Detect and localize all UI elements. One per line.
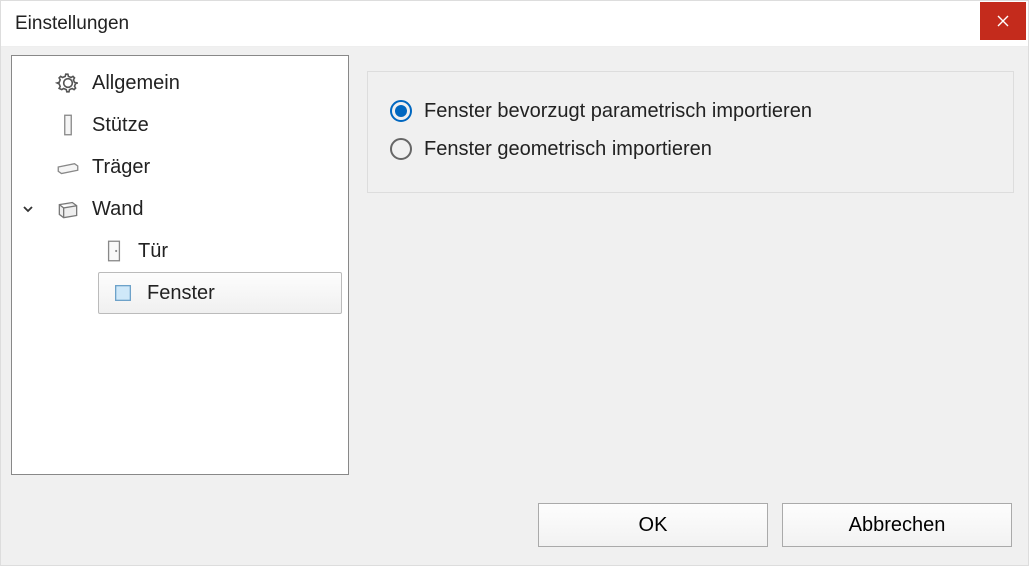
column-icon bbox=[52, 109, 84, 141]
button-bar: OK Abbrechen bbox=[1, 489, 1028, 565]
tree-item-tuer[interactable]: Tür bbox=[12, 230, 348, 272]
tree-label-allgemein: Allgemein bbox=[92, 72, 180, 95]
tree-label-wand: Wand bbox=[92, 198, 144, 221]
options-panel: Fenster bevorzugt parametrisch importier… bbox=[367, 55, 1028, 489]
close-icon bbox=[997, 15, 1009, 27]
wall-icon bbox=[52, 193, 84, 225]
radio-label-geometric: Fenster geometrisch importieren bbox=[424, 138, 712, 161]
expander-wand[interactable] bbox=[16, 202, 40, 216]
tree-label-tuer: Tür bbox=[138, 240, 168, 263]
titlebar: Einstellungen bbox=[1, 1, 1028, 47]
door-icon bbox=[98, 235, 130, 267]
settings-dialog: Einstellungen Allgemein Stütze bbox=[0, 0, 1029, 566]
gear-icon bbox=[52, 67, 84, 99]
tree-label-stuetze: Stütze bbox=[92, 114, 149, 137]
radio-parametric[interactable]: Fenster bevorzugt parametrisch importier… bbox=[390, 92, 991, 130]
radio-icon-checked bbox=[390, 100, 412, 122]
close-button[interactable] bbox=[980, 2, 1026, 40]
radio-icon-unchecked bbox=[390, 138, 412, 160]
radio-geometric[interactable]: Fenster geometrisch importieren bbox=[390, 130, 991, 168]
tree-label-fenster: Fenster bbox=[147, 282, 215, 305]
cancel-label: Abbrechen bbox=[849, 514, 946, 537]
tree-item-fenster[interactable]: Fenster bbox=[12, 272, 348, 314]
radio-label-parametric: Fenster bevorzugt parametrisch importier… bbox=[424, 100, 812, 123]
dialog-title: Einstellungen bbox=[1, 13, 980, 35]
ok-label: OK bbox=[639, 514, 668, 537]
tree-item-wand[interactable]: Wand bbox=[12, 188, 348, 230]
import-options-group: Fenster bevorzugt parametrisch importier… bbox=[367, 71, 1014, 193]
category-tree[interactable]: Allgemein Stütze Träger bbox=[11, 55, 349, 475]
cancel-button[interactable]: Abbrechen bbox=[782, 503, 1012, 547]
dialog-content: Allgemein Stütze Träger bbox=[1, 47, 1028, 489]
tree-item-allgemein[interactable]: Allgemein bbox=[12, 62, 348, 104]
beam-icon bbox=[52, 151, 84, 183]
tree-item-traeger[interactable]: Träger bbox=[12, 146, 348, 188]
tree-item-stuetze[interactable]: Stütze bbox=[12, 104, 348, 146]
window-icon bbox=[107, 277, 139, 309]
chevron-down-icon bbox=[21, 202, 35, 216]
tree-label-traeger: Träger bbox=[92, 156, 150, 179]
ok-button[interactable]: OK bbox=[538, 503, 768, 547]
